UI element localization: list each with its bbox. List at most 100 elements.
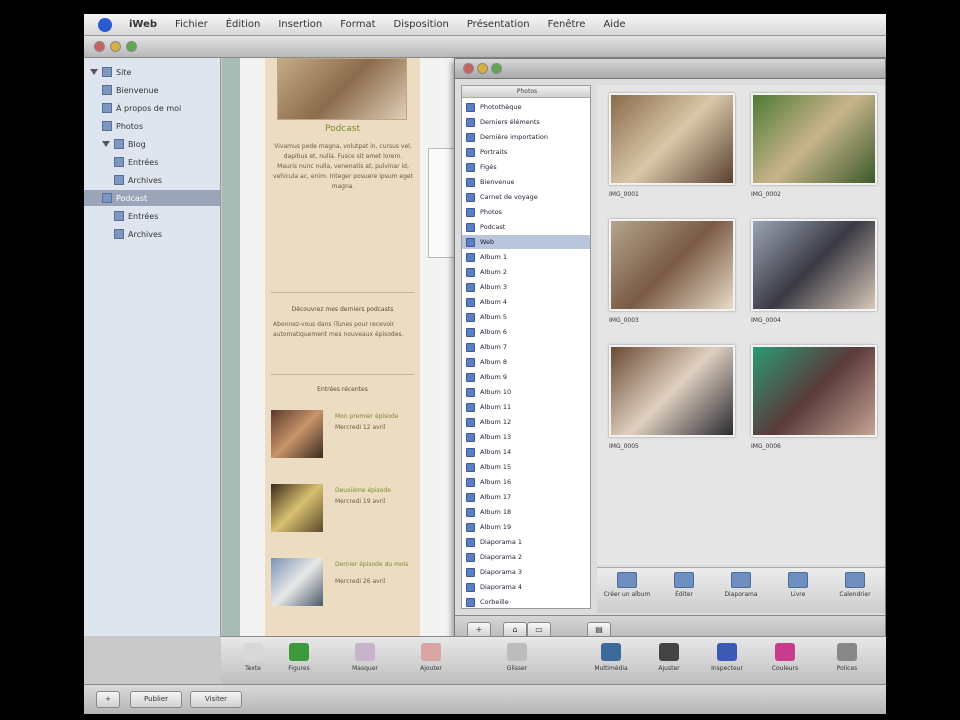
add-page-button[interactable]: + bbox=[96, 691, 120, 708]
sidebar-item[interactable]: À propos de moi bbox=[84, 100, 220, 116]
sidebar-item[interactable]: Entrées bbox=[84, 208, 220, 224]
media-toolbar-button[interactable]: Diaporama bbox=[715, 572, 767, 598]
disclosure-triangle-icon[interactable] bbox=[90, 69, 98, 75]
source-item[interactable]: Album 4 bbox=[462, 295, 590, 309]
page-title[interactable]: Podcast bbox=[265, 124, 420, 134]
media-toolbar-button[interactable]: Calendrier bbox=[829, 572, 881, 598]
source-item[interactable]: Diaporama 3 bbox=[462, 565, 590, 579]
media-toolbar-button[interactable]: Créer un album bbox=[601, 572, 653, 598]
entry-title[interactable]: Mon premier épisode bbox=[335, 412, 413, 421]
source-item[interactable]: Album 12 bbox=[462, 415, 590, 429]
photo-thumbnail[interactable] bbox=[751, 219, 877, 311]
source-item[interactable]: Album 1 bbox=[462, 250, 590, 264]
apple-menu-icon[interactable] bbox=[98, 17, 112, 32]
source-item[interactable]: Album 3 bbox=[462, 280, 590, 294]
menu-file[interactable]: Fichier bbox=[166, 19, 217, 30]
close-window-icon[interactable] bbox=[463, 63, 474, 74]
entry-thumbnail[interactable] bbox=[271, 410, 323, 458]
source-item[interactable]: Corbeille bbox=[462, 595, 590, 608]
toolbar-button[interactable]: Glisser bbox=[491, 643, 543, 672]
toolbar-button[interactable]: Ajouter bbox=[405, 643, 457, 672]
sidebar-item[interactable]: Bienvenue bbox=[84, 82, 220, 98]
source-item[interactable]: Portraits bbox=[462, 145, 590, 159]
source-item[interactable]: Diaporama 1 bbox=[462, 535, 590, 549]
minimize-window-icon[interactable] bbox=[477, 63, 488, 74]
close-window-icon[interactable] bbox=[94, 41, 105, 52]
toolbar-button[interactable]: Couleurs bbox=[759, 643, 811, 672]
source-item[interactable]: Album 9 bbox=[462, 370, 590, 384]
sidebar-item[interactable]: Archives bbox=[84, 226, 220, 242]
photo-thumbnail[interactable] bbox=[609, 93, 735, 185]
toolbar-button[interactable]: Inspecteur bbox=[701, 643, 753, 672]
source-item[interactable]: Dernière importation bbox=[462, 130, 590, 144]
photo-thumbnail[interactable] bbox=[609, 219, 735, 311]
entry-thumbnail[interactable] bbox=[271, 558, 323, 606]
menu-insert[interactable]: Insertion bbox=[269, 19, 331, 30]
toolbar-button[interactable]: Polices bbox=[821, 643, 873, 672]
section-heading[interactable]: Découvrez mes derniers podcasts bbox=[265, 306, 420, 313]
source-item[interactable]: Album 7 bbox=[462, 340, 590, 354]
source-item[interactable]: Album 15 bbox=[462, 460, 590, 474]
source-item[interactable]: Photos bbox=[462, 205, 590, 219]
sidebar-item[interactable]: Archives bbox=[84, 172, 220, 188]
source-item[interactable]: Album 10 bbox=[462, 385, 590, 399]
sidebar-item[interactable]: Podcast bbox=[84, 190, 220, 206]
media-toolbar-button[interactable]: Livre bbox=[772, 572, 824, 598]
visit-button[interactable]: Visiter bbox=[190, 691, 242, 708]
source-item[interactable]: Album 18 bbox=[462, 505, 590, 519]
toolbar-button[interactable]: Ajuster bbox=[643, 643, 695, 672]
menu-layout[interactable]: Disposition bbox=[385, 19, 458, 30]
zoom-window-icon[interactable] bbox=[126, 41, 137, 52]
menu-window[interactable]: Fenêtre bbox=[539, 19, 595, 30]
entry-thumbnail[interactable] bbox=[271, 484, 323, 532]
source-item-label: Podcast bbox=[480, 223, 506, 231]
toolbar-button[interactable]: Multimédia bbox=[585, 643, 637, 672]
sidebar-item[interactable]: Photos bbox=[84, 118, 220, 134]
entry-title[interactable]: Dernier épisode du mois bbox=[335, 560, 413, 569]
source-item[interactable]: Album 2 bbox=[462, 265, 590, 279]
sidebar-item[interactable]: Entrées bbox=[84, 154, 220, 170]
source-item[interactable]: Album 19 bbox=[462, 520, 590, 534]
source-item[interactable]: Album 8 bbox=[462, 355, 590, 369]
source-item[interactable]: Diaporama 4 bbox=[462, 580, 590, 594]
publish-button[interactable]: Publier bbox=[130, 691, 182, 708]
source-item[interactable]: Diaporama 2 bbox=[462, 550, 590, 564]
photo-thumbnail[interactable] bbox=[609, 345, 735, 437]
zoom-window-icon[interactable] bbox=[491, 63, 502, 74]
source-item[interactable]: Album 5 bbox=[462, 310, 590, 324]
source-item[interactable]: Podcast bbox=[462, 220, 590, 234]
photo-thumbnail[interactable] bbox=[751, 93, 877, 185]
toolbar-button[interactable]: Figures bbox=[273, 643, 325, 672]
source-item[interactable]: Bienvenue bbox=[462, 175, 590, 189]
minimize-window-icon[interactable] bbox=[110, 41, 121, 52]
menu-format[interactable]: Format bbox=[331, 19, 384, 30]
source-item[interactable]: Album 6 bbox=[462, 325, 590, 339]
header-photo[interactable] bbox=[277, 58, 407, 120]
entry-title[interactable]: Deuxième épisode bbox=[335, 486, 413, 495]
photo-thumbnail[interactable] bbox=[751, 345, 877, 437]
menu-help[interactable]: Aide bbox=[594, 19, 634, 30]
source-item[interactable]: Album 14 bbox=[462, 445, 590, 459]
menu-view[interactable]: Présentation bbox=[458, 19, 539, 30]
source-item[interactable]: Album 13 bbox=[462, 430, 590, 444]
sidebar-item[interactable]: Blog bbox=[84, 136, 220, 152]
toolbar-button[interactable]: Masquer bbox=[339, 643, 391, 672]
source-item[interactable]: Web bbox=[462, 235, 590, 249]
source-item[interactable]: Derniers éléments bbox=[462, 115, 590, 129]
source-item[interactable]: Figés bbox=[462, 160, 590, 174]
sidebar-item[interactable]: Site bbox=[84, 64, 220, 80]
source-item[interactable]: Album 16 bbox=[462, 475, 590, 489]
source-item[interactable]: Carnet de voyage bbox=[462, 190, 590, 204]
section-text[interactable]: Abonnez-vous dans iTunes pour recevoir a… bbox=[273, 320, 413, 340]
intro-text[interactable]: Vivamus pede magna, volutpat in, cursus … bbox=[273, 142, 413, 192]
toolbar-button[interactable]: Texte bbox=[227, 643, 279, 672]
source-item[interactable]: Album 17 bbox=[462, 490, 590, 504]
source-item[interactable]: Album 11 bbox=[462, 400, 590, 414]
source-item[interactable]: Photothèque bbox=[462, 100, 590, 114]
media-toolbar-button[interactable]: Éditer bbox=[658, 572, 710, 598]
podcast-media-placeholder[interactable] bbox=[428, 148, 456, 258]
disclosure-triangle-icon[interactable] bbox=[102, 141, 110, 147]
menu-app[interactable]: iWeb bbox=[120, 19, 166, 30]
menu-edit[interactable]: Édition bbox=[217, 19, 270, 30]
entries-heading[interactable]: Entrées récentes bbox=[265, 386, 420, 393]
